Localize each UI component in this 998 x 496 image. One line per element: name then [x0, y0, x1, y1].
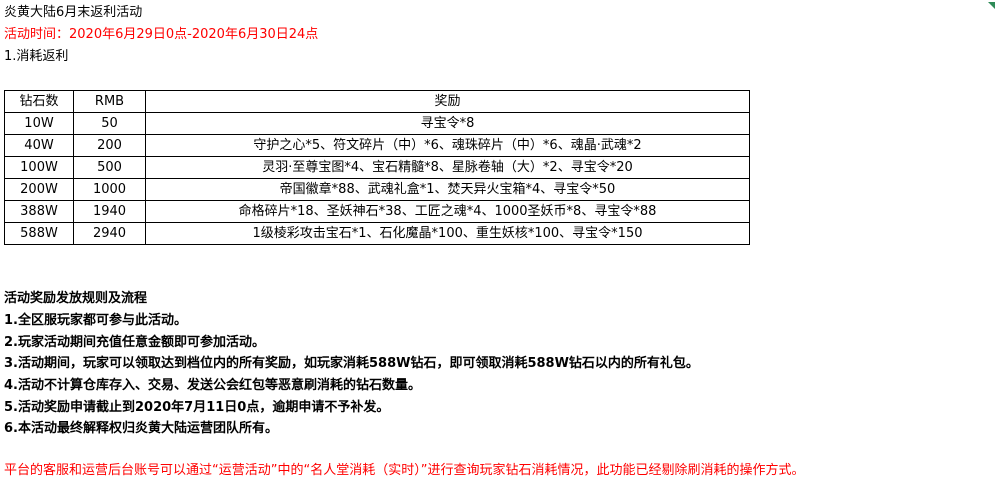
activity-time: 活动时间：2020年6月29日0点-2020年6月30日24点: [4, 27, 319, 42]
reward-table: 钻石数 RMB 奖励 10W 50 寻宝令*8 40W 200 守护之心*5、符…: [4, 90, 750, 245]
cell-diamonds: 40W: [4, 134, 74, 157]
cell-rmb: 500: [73, 156, 146, 179]
header-diamonds: 钻石数: [4, 90, 74, 113]
cell-diamonds: 588W: [4, 222, 74, 245]
cell-rmb: 50: [73, 112, 146, 135]
cell-diamonds: 200W: [4, 178, 74, 201]
rule-item: 4.活动不计算仓库存入、交易、发送公会红包等恶意刷消耗的钻石数量。: [4, 378, 421, 393]
table-row: 388W 1940 命格碎片*18、圣妖神石*38、工匠之魂*4、1000圣妖币…: [4, 200, 750, 223]
rule-item: 2.玩家活动期间充值任意金额即可参加活动。: [4, 335, 265, 350]
document-title: 炎黄大陆6月末返利活动: [4, 5, 143, 20]
table-row: 100W 500 灵羽·至尊宝图*4、宝石精髓*8、星脉卷轴（大）*2、寻宝令*…: [4, 156, 750, 179]
header-reward: 奖励: [145, 90, 750, 113]
cell-diamonds: 100W: [4, 156, 74, 179]
cell-reward: 守护之心*5、符文碎片（中）*6、魂珠碎片（中）*6、魂晶·武魂*2: [145, 134, 750, 157]
rule-item: 5.活动奖励申请截止到2020年7月11日0点，逾期申请不予补发。: [4, 400, 390, 415]
cell-rmb: 200: [73, 134, 146, 157]
table-row: 200W 1000 帝国徽章*88、武魂礼盒*1、焚天异火宝箱*4、寻宝令*50: [4, 178, 750, 201]
cell-reward: 1级棱彩攻击宝石*1、石化魔晶*100、重生妖核*100、寻宝令*150: [145, 222, 750, 245]
rule-item: 3.活动期间，玩家可以领取达到档位内的所有奖励，如玩家消耗588W钻石，即可领取…: [4, 356, 699, 371]
cell-reward: 灵羽·至尊宝图*4、宝石精髓*8、星脉卷轴（大）*2、寻宝令*20: [145, 156, 750, 179]
cell-reward: 寻宝令*8: [145, 112, 750, 135]
table-row: 40W 200 守护之心*5、符文碎片（中）*6、魂珠碎片（中）*6、魂晶·武魂…: [4, 134, 750, 157]
cell-rmb: 2940: [73, 222, 146, 245]
section-heading: 1.消耗返利: [4, 49, 69, 64]
cell-reward: 帝国徽章*88、武魂礼盒*1、焚天异火宝箱*4、寻宝令*50: [145, 178, 750, 201]
cell-rmb: 1940: [73, 200, 146, 223]
rules-heading: 活动奖励发放规则及流程: [4, 291, 148, 306]
table-row: 588W 2940 1级棱彩攻击宝石*1、石化魔晶*100、重生妖核*100、寻…: [4, 222, 750, 245]
cell-rmb: 1000: [73, 178, 146, 201]
header-rmb: RMB: [73, 90, 146, 113]
table-header-row: 钻石数 RMB 奖励: [4, 90, 750, 113]
rule-item: 1.全区服玩家都可参与此活动。: [4, 313, 187, 328]
cell-comment-marker: [988, 2, 995, 9]
cell-diamonds: 10W: [4, 112, 74, 135]
rule-item: 6.本活动最终解释权归炎黄大陆运营团队所有。: [4, 421, 278, 436]
footer-note: 平台的客服和运营后台账号可以通过“运营活动”中的“名人堂消耗（实时）”进行查询玩…: [4, 463, 805, 478]
cell-diamonds: 388W: [4, 200, 74, 223]
table-row: 10W 50 寻宝令*8: [4, 112, 750, 135]
cell-reward: 命格碎片*18、圣妖神石*38、工匠之魂*4、1000圣妖币*8、寻宝令*88: [145, 200, 750, 223]
